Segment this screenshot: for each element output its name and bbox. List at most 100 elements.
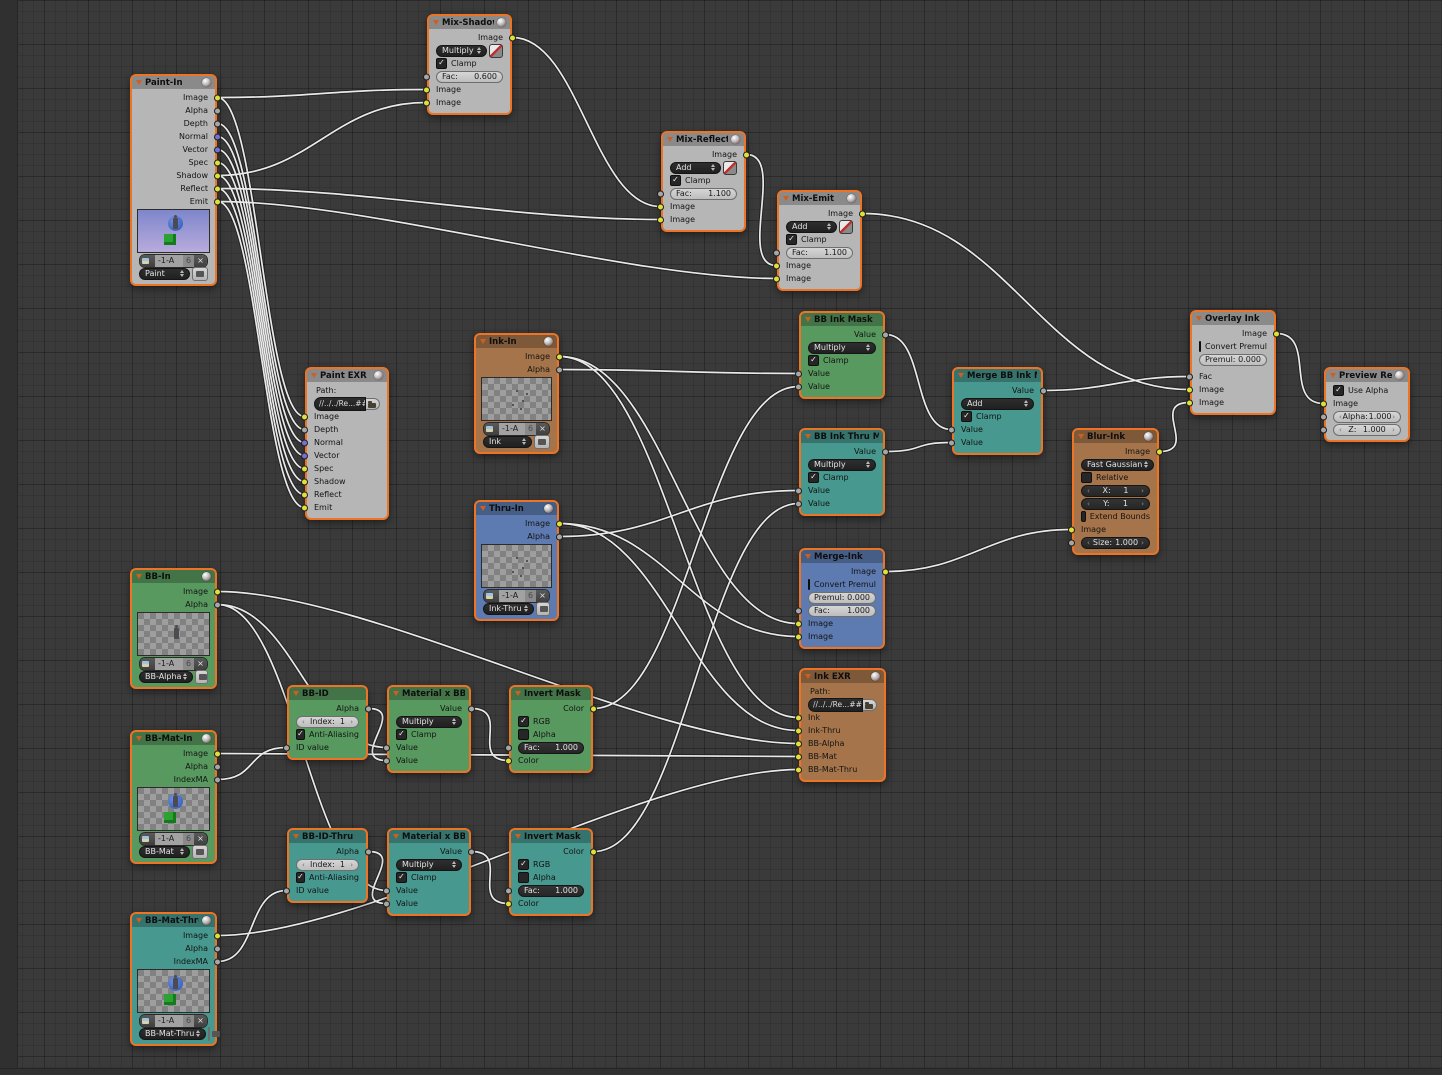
open-folder-icon[interactable]: [366, 398, 380, 410]
node-header[interactable]: Paint EXR: [307, 369, 387, 382]
use-alpha-toggle-icon[interactable]: [489, 44, 503, 58]
inkin-out-alpha-socket[interactable]: [556, 366, 563, 373]
use-alpha-toggle-icon[interactable]: [723, 161, 737, 175]
value-field[interactable]: Fac:1.000: [808, 605, 876, 617]
overlay-out-image-socket[interactable]: [1273, 330, 1280, 337]
bbidthru-in-idvalue-socket[interactable]: [283, 887, 290, 894]
bbmatin-out-alpha-socket[interactable]: [214, 763, 221, 770]
mergeink-out-image-socket[interactable]: [882, 568, 889, 575]
value-field[interactable]: Fac:0.600: [436, 71, 503, 83]
node-thruin[interactable]: Thru-InImageAlpha-1-A6×Ink-Thru: [474, 500, 559, 621]
checkbox-checked[interactable]: ✓: [808, 472, 819, 483]
checkbox-checked[interactable]: ✓: [670, 175, 681, 186]
collapse-icon[interactable]: [783, 196, 789, 201]
blurink-in-image-socket[interactable]: [1068, 526, 1075, 533]
image-browse-button[interactable]: [484, 423, 499, 435]
node-header[interactable]: Overlay Ink: [1192, 312, 1274, 325]
inkexr-in-bbmatthru-socket[interactable]: [795, 766, 802, 773]
unlink-image-button[interactable]: ×: [194, 833, 207, 845]
node-header[interactable]: Merge-Ink: [801, 550, 883, 563]
node-header[interactable]: Ink EXR: [801, 670, 884, 683]
mixshadow-in-image1-socket[interactable]: [423, 86, 430, 93]
paint-out-normal-socket[interactable]: [214, 133, 221, 140]
render-layers-icon[interactable]: [208, 1027, 210, 1041]
value-field[interactable]: ‹Index:1›: [296, 859, 359, 871]
render-layers-icon[interactable]: [195, 670, 208, 684]
mixemit-in-image1-socket[interactable]: [773, 262, 780, 269]
node-inkexr[interactable]: Ink EXRPath://../../Re...##.exInkInk-Thr…: [799, 668, 886, 782]
image-id-value[interactable]: -1-A: [155, 658, 183, 670]
mergebb-out-value-socket[interactable]: [1040, 387, 1047, 394]
unlink-image-button[interactable]: ×: [194, 255, 207, 267]
checkbox-unchecked[interactable]: [1081, 511, 1086, 522]
mixemit-out-image-socket[interactable]: [859, 210, 866, 217]
matxbbthru-out-value-socket[interactable]: [468, 848, 475, 855]
blurink-in-size-socket[interactable]: [1068, 539, 1075, 546]
increment-arrow-icon[interactable]: ›: [350, 861, 353, 869]
blend-mode-dropdown[interactable]: Add: [670, 162, 721, 174]
node-matxbb[interactable]: Material x BBValueMultiply✓ClampValueVal…: [387, 685, 471, 773]
decrement-arrow-icon[interactable]: ‹: [302, 718, 305, 726]
paint-out-emit-socket[interactable]: [214, 198, 221, 205]
node-header[interactable]: BB Ink Thru Mask: [801, 430, 883, 443]
matxbbthru-in-value1-socket[interactable]: [383, 887, 390, 894]
value-field[interactable]: ‹Size:1.000›: [1081, 537, 1150, 549]
invmask-in-color-socket[interactable]: [505, 757, 512, 764]
mergebb-in-value2-socket[interactable]: [948, 439, 955, 446]
node-mergeink[interactable]: Merge-InkImageConvert PremulPremul:0.000…: [799, 548, 885, 649]
pexr-in-emit-socket[interactable]: [301, 504, 308, 511]
collapse-icon[interactable]: [393, 834, 399, 839]
node-invmask[interactable]: Invert MaskColor✓RGBAlphaFac:1.000Color: [509, 685, 593, 773]
image-id-value[interactable]: -1-A: [155, 255, 183, 267]
bbmatthruin-out-alpha-socket[interactable]: [214, 945, 221, 952]
image-id-value[interactable]: -1-A: [155, 1015, 183, 1027]
matxbb-in-value2-socket[interactable]: [383, 757, 390, 764]
pexr-in-shadow-socket[interactable]: [301, 478, 308, 485]
inkexr-in-inkthru-socket[interactable]: [795, 727, 802, 734]
decrement-arrow-icon[interactable]: ‹: [1339, 426, 1342, 434]
preview-in-image-socket[interactable]: [1320, 400, 1327, 407]
increment-arrow-icon[interactable]: ›: [1392, 426, 1395, 434]
checkbox-checked[interactable]: ✓: [1333, 385, 1344, 396]
bbidthru-out-alpha-socket[interactable]: [365, 848, 372, 855]
paint-out-alpha-socket[interactable]: [214, 107, 221, 114]
node-bbinkthru[interactable]: BB Ink Thru MaskValueMultiply✓ClampValue…: [799, 428, 885, 516]
use-alpha-toggle-icon[interactable]: [839, 220, 853, 234]
bbmatin-out-image-socket[interactable]: [214, 750, 221, 757]
decrement-arrow-icon[interactable]: ‹: [1087, 500, 1090, 508]
node-header[interactable]: Mix-Emit: [779, 192, 860, 205]
node-header[interactable]: BB-ID-Thru: [289, 830, 366, 843]
node-header[interactable]: BB Ink Mask: [801, 313, 883, 326]
node-bbinkmask[interactable]: BB Ink MaskValueMultiply✓ClampValueValue: [799, 311, 885, 399]
collapse-icon[interactable]: [136, 918, 142, 923]
layer-select-dropdown[interactable]: BB-Alpha: [139, 671, 193, 683]
image-browse-button[interactable]: [140, 255, 155, 267]
image-id-value[interactable]: -1-A: [499, 590, 525, 602]
node-header[interactable]: Material x BB-Thru: [389, 830, 469, 843]
decrement-arrow-icon[interactable]: ‹: [1087, 487, 1090, 495]
render-layers-icon[interactable]: [536, 602, 550, 616]
blend-mode-dropdown[interactable]: Multiply: [808, 459, 876, 471]
pexr-in-normal-socket[interactable]: [301, 439, 308, 446]
mixemit-in-fac-socket[interactable]: [773, 249, 780, 256]
collapse-icon[interactable]: [1196, 316, 1202, 321]
node-bbid[interactable]: BB-IDAlpha‹Index:1›✓Anti-AliasingID valu…: [287, 685, 368, 760]
node-header[interactable]: BB-Mat-Thru-In: [132, 914, 215, 927]
blend-mode-dropdown[interactable]: Multiply: [396, 859, 462, 871]
collapse-icon[interactable]: [311, 373, 317, 378]
value-field[interactable]: Fac:1.000: [518, 885, 584, 897]
thruin-out-alpha-socket[interactable]: [556, 533, 563, 540]
mergeink-in-image1-socket[interactable]: [795, 620, 802, 627]
blurink-out-image-socket[interactable]: [1156, 448, 1163, 455]
mergebb-in-value1-socket[interactable]: [948, 426, 955, 433]
bbmatthruin-out-indexma-socket[interactable]: [214, 958, 221, 965]
node-bbmatthruin[interactable]: BB-Mat-Thru-InImageAlphaIndexMA-1-A6×BB-…: [130, 912, 217, 1046]
checkbox-checked[interactable]: ✓: [518, 716, 529, 727]
file-path-field[interactable]: //../../Re...##.ex: [808, 698, 863, 712]
invthru-in-fac-socket[interactable]: [505, 887, 512, 894]
node-header[interactable]: BB-In: [132, 570, 215, 583]
collapse-icon[interactable]: [480, 506, 486, 511]
increment-arrow-icon[interactable]: ›: [1141, 539, 1144, 547]
paint-out-vector-socket[interactable]: [214, 146, 221, 153]
collapse-icon[interactable]: [805, 674, 811, 679]
